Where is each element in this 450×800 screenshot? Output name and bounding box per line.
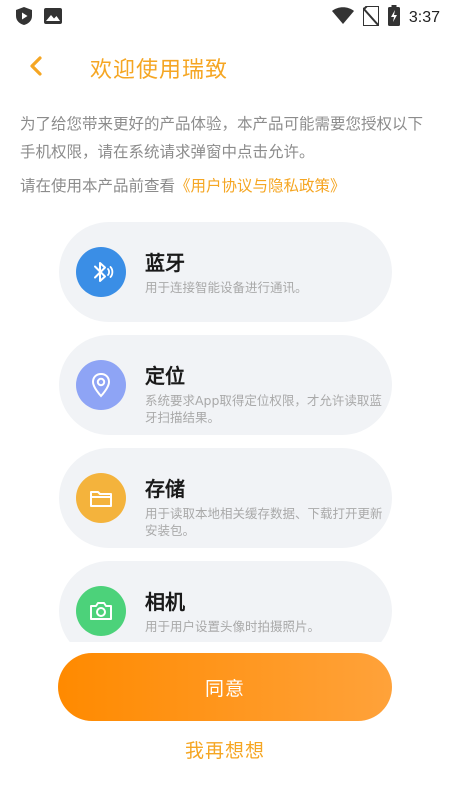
camera-icon	[76, 586, 126, 636]
location-icon	[76, 360, 126, 410]
folder-icon	[76, 473, 126, 523]
policy-line: 请在使用本产品前查看《用户协议与隐私政策》	[20, 173, 432, 199]
permission-list[interactable]: 蓝牙 用于连接智能设备进行通讯。 定位 系统要求App取得定位权限，才允许读取蓝…	[0, 222, 450, 642]
permission-title: 定位	[145, 364, 185, 388]
status-left-icons	[16, 7, 62, 29]
status-time: 3:37	[408, 8, 440, 26]
permission-card-bluetooth: 蓝牙 用于连接智能设备进行通讯。	[59, 222, 392, 322]
permission-desc: 用于用户设置头像时拍摄照片。	[145, 619, 321, 634]
status-bar: 3:37	[0, 0, 450, 32]
permission-card-storage: 存储 用于读取本地相关缓存数据、下载打开更新安装包。	[59, 448, 392, 548]
chevron-left-icon	[29, 56, 43, 80]
intro-text: 为了给您带来更好的产品体验，本产品可能需要您授权以下手机权限，请在系统请求弹窗中…	[20, 115, 424, 161]
back-button[interactable]	[22, 54, 50, 82]
page-title: 欢迎使用瑞致	[90, 58, 229, 83]
battery-charging-icon	[387, 5, 400, 30]
permission-card-location: 定位 系统要求App取得定位权限，才允许读取蓝牙扫描结果。	[59, 335, 392, 435]
shield-play-icon	[16, 7, 32, 29]
permission-title: 蓝牙	[145, 251, 185, 275]
permission-desc: 用于读取本地相关缓存数据、下载打开更新安装包。	[145, 506, 383, 538]
bluetooth-icon	[76, 247, 126, 297]
no-sim-icon	[361, 4, 380, 30]
permission-card-camera: 相机 用于用户设置头像时拍摄照片。	[59, 561, 392, 642]
decline-button[interactable]: 我再想想	[0, 736, 450, 763]
image-icon	[44, 8, 62, 28]
status-right-icons: 3:37	[331, 4, 440, 30]
header: 欢迎使用瑞致	[0, 48, 450, 88]
wifi-icon	[331, 6, 354, 29]
policy-link[interactable]: 《用户协议与隐私政策》	[175, 177, 346, 195]
permission-title: 存储	[145, 477, 185, 501]
policy-prefix: 请在使用本产品前查看	[20, 177, 176, 195]
permission-desc: 系统要求App取得定位权限，才允许读取蓝牙扫描结果。	[145, 393, 382, 425]
permission-title: 相机	[145, 590, 185, 614]
permission-desc: 用于连接智能设备进行通讯。	[145, 280, 308, 295]
agree-button[interactable]: 同意	[58, 653, 392, 721]
